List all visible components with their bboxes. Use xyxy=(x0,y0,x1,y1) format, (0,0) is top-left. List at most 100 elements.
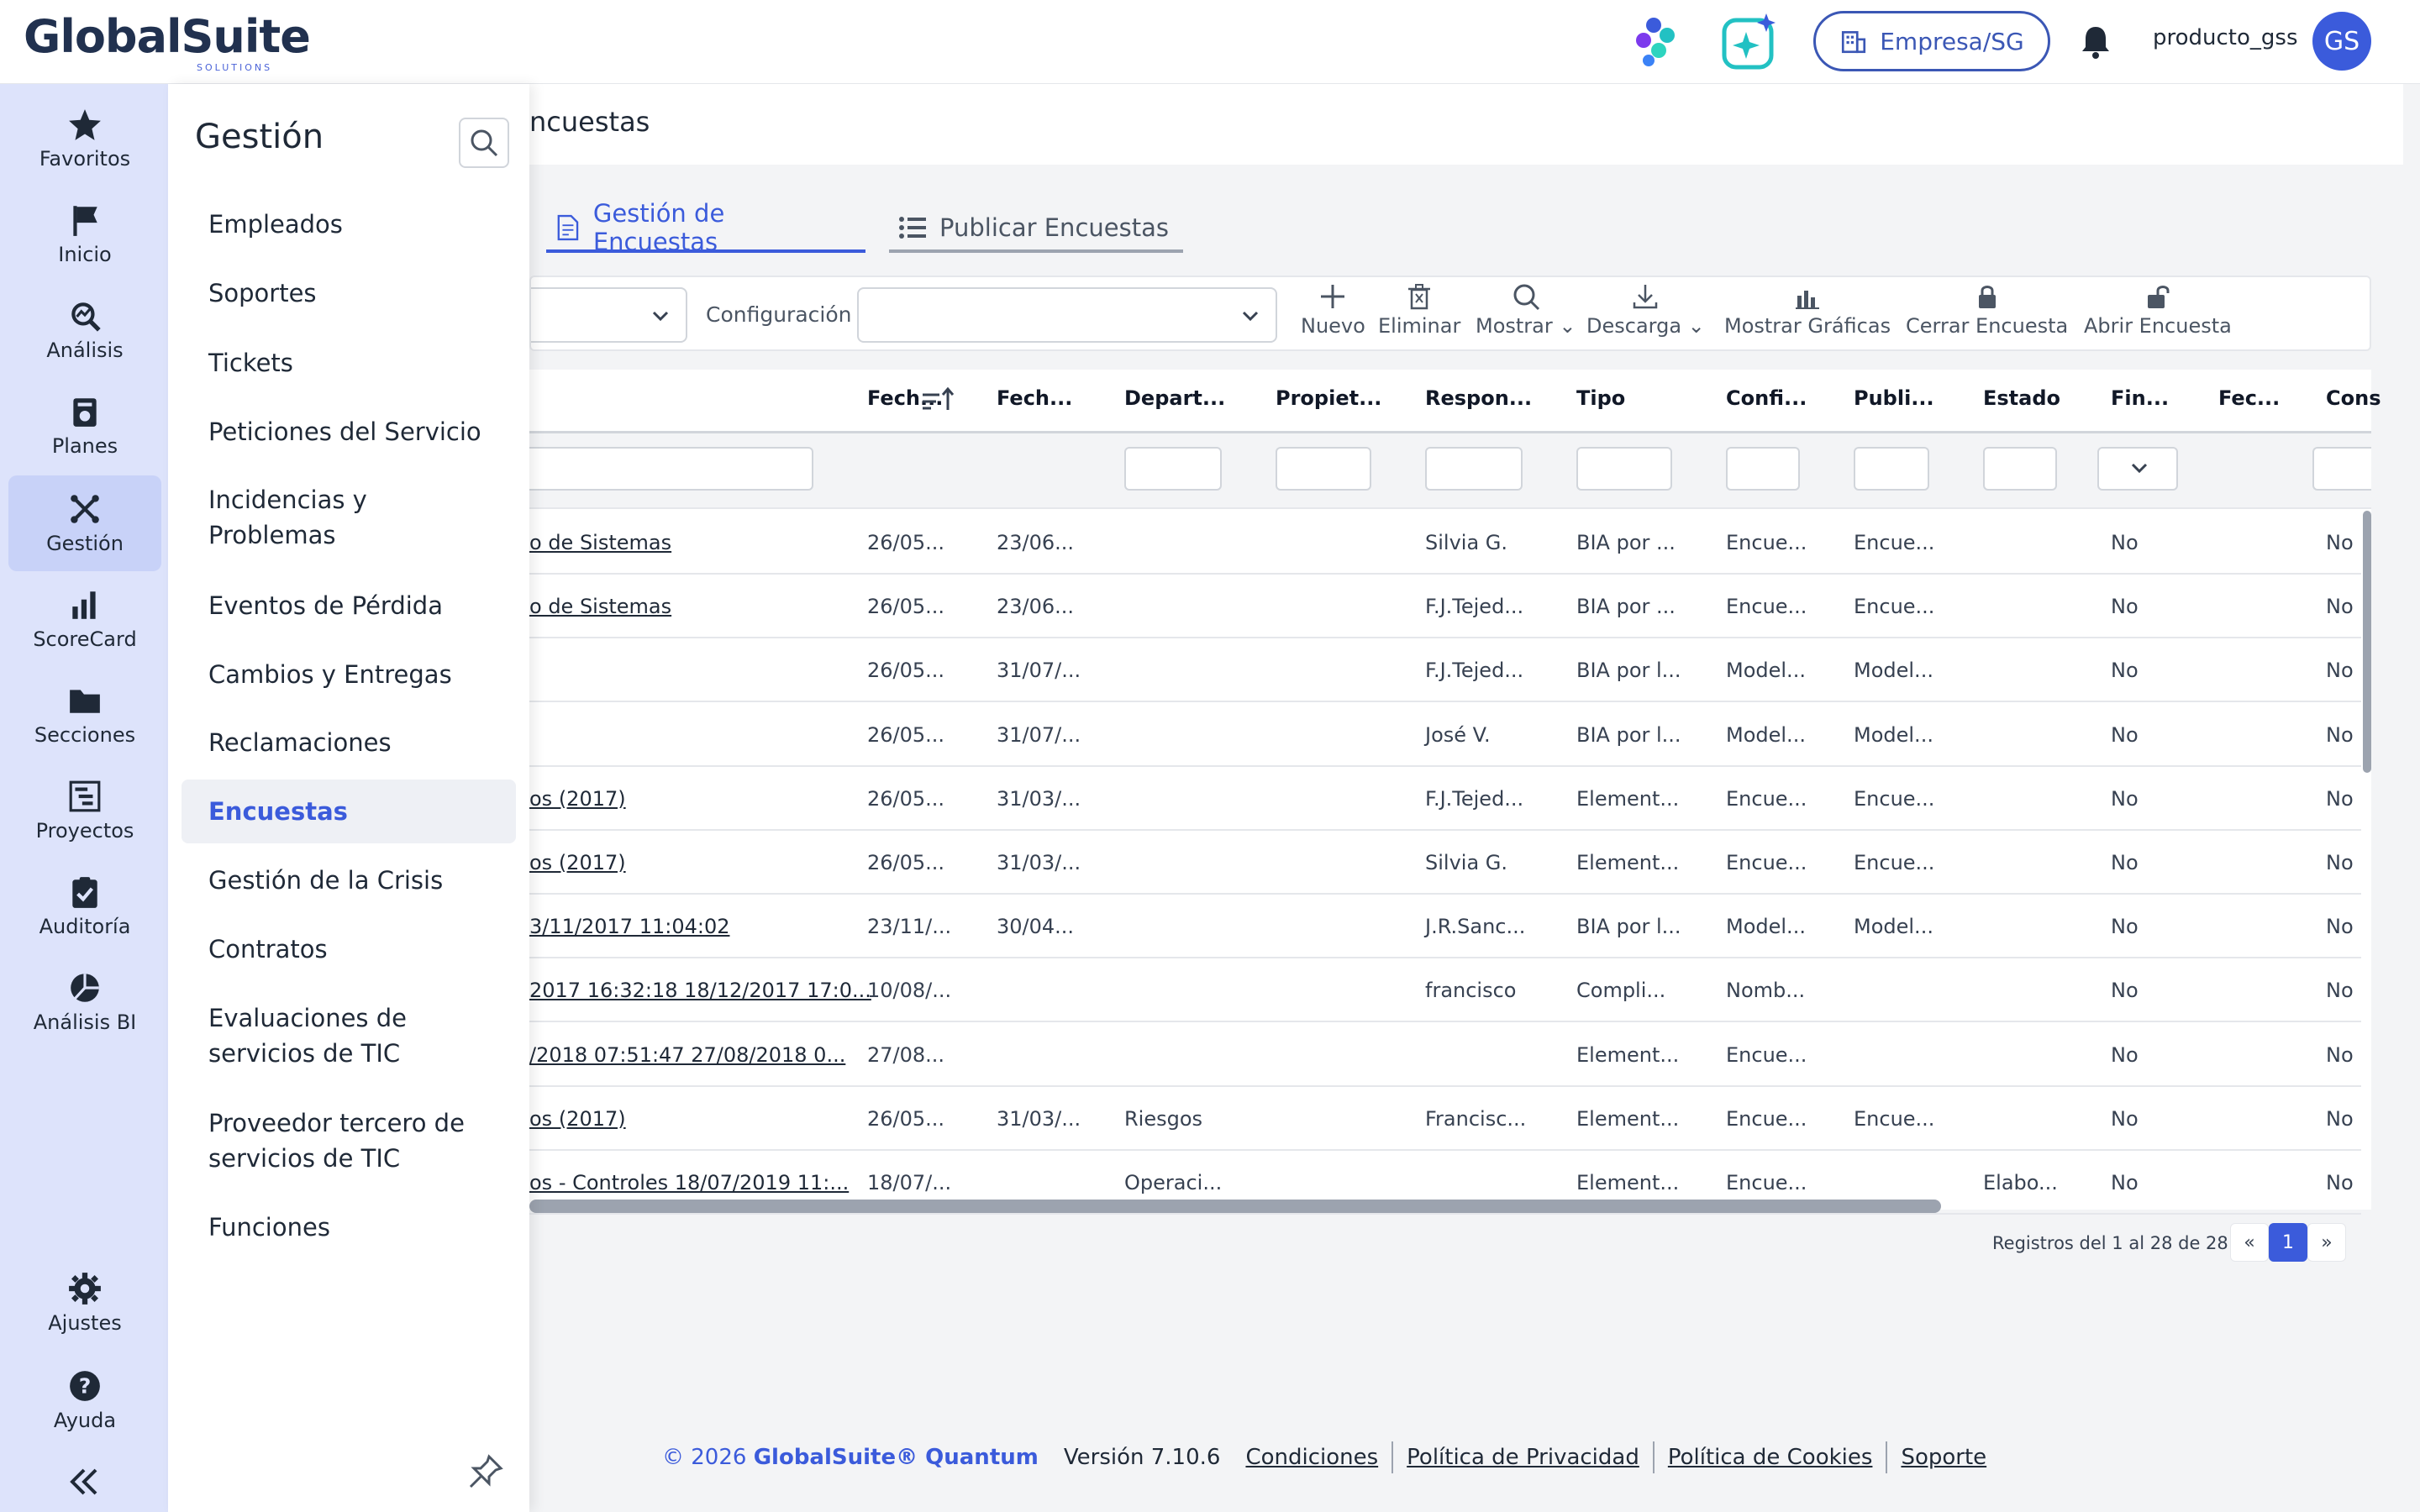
prev-page-button[interactable]: « xyxy=(2230,1223,2269,1262)
link-soporte[interactable]: Soporte xyxy=(1887,1445,2000,1470)
column-header[interactable]: Depart... xyxy=(1124,386,1225,410)
column-header[interactable]: Fin... xyxy=(2111,386,2169,410)
link-condiciones[interactable]: Condiciones xyxy=(1232,1445,1392,1470)
link-cookies[interactable]: Política de Cookies xyxy=(1655,1445,1886,1470)
nav-item-ayuda[interactable]: ? Ayuda xyxy=(8,1352,161,1448)
submenu-item-empleados[interactable]: Empleados xyxy=(182,207,516,242)
column-header[interactable]: Confi... xyxy=(1726,386,1807,410)
table-row[interactable]: 3/11/2017 11:04:02 23/11/... 30/04... J.R.S… xyxy=(529,895,2361,959)
table-row[interactable]: 26/05... 31/07/... F.J.Tejed... BIA por l..… xyxy=(529,638,2361,703)
filter-input[interactable] xyxy=(1726,447,1800,491)
open-survey-button[interactable]: Abrir Encuesta xyxy=(2084,282,2232,338)
list-icon xyxy=(899,217,926,239)
sort-ascending-icon[interactable] xyxy=(921,386,955,413)
table-row[interactable]: o de Sistemas 26/05... 23/06... Silvia G. BI… xyxy=(529,511,2361,575)
survey-name-link[interactable]: os (2017) xyxy=(529,1107,626,1131)
table-row[interactable]: 2017 16:32:18 18/12/2017 17:0... 10/08/..… xyxy=(529,958,2361,1023)
horizontal-scrollbar[interactable] xyxy=(529,1200,1941,1213)
vertical-scrollbar[interactable] xyxy=(2363,511,2371,773)
submenu-item-funciones[interactable]: Funciones xyxy=(182,1210,516,1245)
filter-input[interactable] xyxy=(2312,447,2371,491)
column-header[interactable]: Estado xyxy=(1983,386,2060,410)
survey-name-link[interactable]: 2017 16:32:18 18/12/2017 17:0... xyxy=(529,979,871,1002)
user-avatar[interactable]: GS xyxy=(2312,12,2371,71)
nav-item-analisis-bi[interactable]: Análisis BI xyxy=(8,954,161,1050)
submenu-item-contratos[interactable]: Contratos xyxy=(182,932,516,967)
table-row[interactable]: os (2017) 26/05... 31/03/... Riesgos Francis… xyxy=(529,1087,2361,1151)
nav-item-favoritos[interactable]: Favoritos xyxy=(8,91,161,186)
submenu-item-cambios[interactable]: Cambios y Entregas xyxy=(182,657,516,692)
survey-name-link[interactable]: os (2017) xyxy=(529,787,626,811)
column-header[interactable]: Fech... xyxy=(997,386,1072,410)
link-privacidad[interactable]: Política de Privacidad xyxy=(1393,1445,1653,1470)
survey-name-link[interactable]: /2018 07:51:47 27/08/2018 0... xyxy=(529,1043,845,1067)
column-header[interactable]: Respon... xyxy=(1425,386,1532,410)
submenu-item-encuestas[interactable]: Encuestas xyxy=(182,780,516,843)
submenu-item-eventos[interactable]: Eventos de Pérdida xyxy=(182,588,516,623)
configuration-select[interactable] xyxy=(857,287,1277,343)
submenu-item-incidencias[interactable]: Incidencias y Problemas xyxy=(182,482,434,553)
download-dropdown-button[interactable]: Descarga ⌄ xyxy=(1586,282,1705,338)
table-row[interactable]: o de Sistemas 26/05... 23/06... F.J.Tejed..… xyxy=(529,575,2361,639)
table-row[interactable]: /2018 07:51:47 27/08/2018 0... 27/08... El… xyxy=(529,1023,2361,1087)
survey-name-link[interactable]: 3/11/2017 11:04:02 xyxy=(529,915,729,938)
nav-item-proyectos[interactable]: Proyectos xyxy=(8,763,161,858)
nav-item-auditoria[interactable]: Auditoría xyxy=(8,858,161,954)
nav-item-analisis[interactable]: Análisis xyxy=(8,282,161,378)
username-label[interactable]: producto_gss xyxy=(2153,25,2298,50)
show-dropdown-button[interactable]: Mostrar ⌄ xyxy=(1476,282,1576,338)
submenu-item-soportes[interactable]: Soportes xyxy=(182,276,516,311)
submenu-item-tickets[interactable]: Tickets xyxy=(182,345,516,381)
column-header[interactable]: Cons xyxy=(2326,386,2381,410)
survey-name-link[interactable]: o de Sistemas xyxy=(529,595,671,618)
column-header[interactable]: Tipo xyxy=(1576,386,1625,410)
column-header[interactable]: Publi... xyxy=(1854,386,1934,410)
pin-icon[interactable] xyxy=(467,1453,504,1490)
nav-item-planes[interactable]: Planes xyxy=(8,378,161,474)
submenu-item-proveedor-tic[interactable]: Proveedor tercero de servicios de TIC xyxy=(182,1105,467,1176)
nav-item-inicio[interactable]: Inicio xyxy=(8,186,161,282)
notifications-bell-icon[interactable] xyxy=(2079,24,2112,60)
submenu-item-peticiones[interactable]: Peticiones del Servicio xyxy=(182,414,516,449)
survey-name-link[interactable]: o de Sistemas xyxy=(529,531,671,554)
survey-selector[interactable] xyxy=(531,287,687,343)
survey-name-link[interactable]: os - Controles 18/07/2019 11:... xyxy=(529,1171,849,1194)
submenu-item-reclamaciones[interactable]: Reclamaciones xyxy=(182,725,516,760)
current-page-button[interactable]: 1 xyxy=(2269,1223,2307,1262)
delete-button[interactable]: Eliminar xyxy=(1378,282,1460,338)
filter-input[interactable] xyxy=(529,447,813,491)
column-header[interactable]: Fec... xyxy=(2218,386,2280,410)
submenu-item-crisis[interactable]: Gestión de la Crisis xyxy=(182,863,516,898)
table-row[interactable]: 26/05... 31/07/... José V. BIA por l... Mode… xyxy=(529,703,2361,767)
nav-item-secciones[interactable]: Secciones xyxy=(8,667,161,763)
table-row[interactable]: os (2017) 26/05... 31/03/... F.J.Tejed... El… xyxy=(529,767,2361,831)
nav-item-gestion[interactable]: Gestión xyxy=(8,475,161,571)
filter-input[interactable] xyxy=(1124,447,1222,491)
show-charts-button[interactable]: Mostrar Gráficas xyxy=(1724,282,1891,338)
close-survey-button[interactable]: Cerrar Encuesta xyxy=(1906,282,2068,338)
filter-input[interactable] xyxy=(1576,447,1672,491)
table-cell: No xyxy=(2326,659,2354,683)
tab-publicar-encuestas[interactable]: Publicar Encuestas xyxy=(889,206,1183,253)
filter-input[interactable] xyxy=(1854,447,1929,491)
filter-input[interactable] xyxy=(1983,447,2057,491)
new-button[interactable]: Nuevo xyxy=(1301,282,1365,338)
nav-item-ajustes[interactable]: Ajustes xyxy=(8,1255,161,1351)
filter-input[interactable] xyxy=(1276,447,1371,491)
company-selector-button[interactable]: Empresa/SG xyxy=(1813,11,2050,71)
ai-sparkle-icon[interactable] xyxy=(1719,12,1780,72)
nav-item-scorecard[interactable]: ScoreCard xyxy=(8,571,161,667)
table-row[interactable]: os (2017) 26/05... 31/03/... Silvia G. Eleme… xyxy=(529,831,2361,895)
filter-input[interactable] xyxy=(1425,447,1523,491)
tab-gestion-encuestas[interactable]: Gestión de Encuestas xyxy=(546,199,865,256)
submenu-search-button[interactable] xyxy=(459,118,509,168)
survey-name-link[interactable]: os (2017) xyxy=(529,851,626,874)
filter-select[interactable] xyxy=(2097,447,2178,491)
column-header[interactable]: Propiet... xyxy=(1276,386,1381,410)
submenu-item-evaluaciones-tic[interactable]: Evaluaciones de servicios de TIC xyxy=(182,1000,434,1071)
globalsuite-logo[interactable]: GlobalSuite SOLUTIONS xyxy=(24,10,311,73)
table-cell: Model... xyxy=(1854,915,1933,939)
collapse-sidebar-icon[interactable] xyxy=(66,1463,103,1500)
apps-cluster-icon[interactable] xyxy=(1623,12,1684,72)
next-page-button[interactable]: » xyxy=(2307,1223,2346,1262)
